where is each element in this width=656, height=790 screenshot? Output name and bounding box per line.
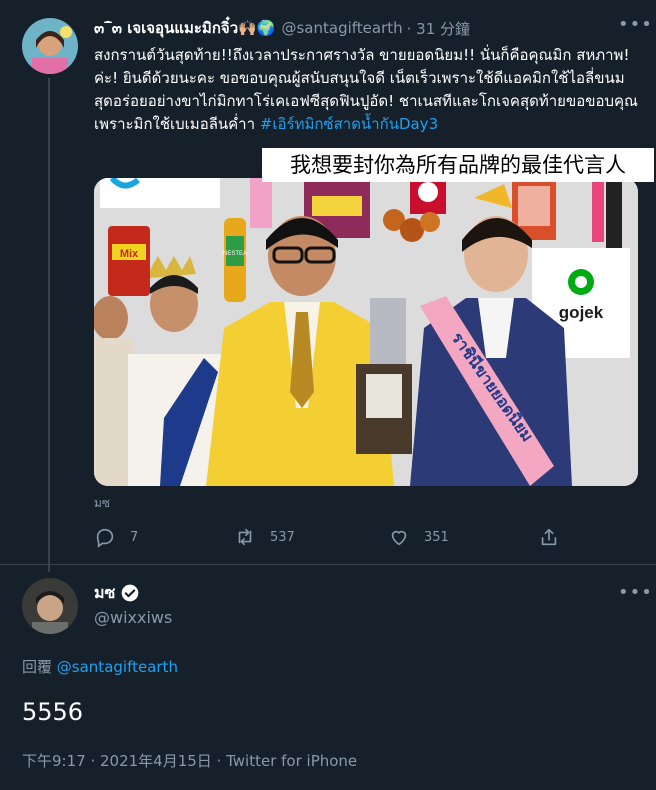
share-button[interactable] (538, 525, 560, 549)
reply-handle[interactable]: @wixxiws (94, 608, 172, 627)
tweet-divider (0, 564, 656, 565)
tweet-more-icon[interactable]: ••• (618, 14, 653, 35)
reply-text: 5556 (22, 698, 84, 726)
tweet-hashtag[interactable]: #เอิร์ทมิกซ์สาดน้ำกันDay3 (260, 115, 438, 133)
like-count: 351 (424, 529, 449, 545)
nestea-brand-label: NESTEA (223, 251, 247, 257)
tweet-display-name[interactable]: ๓‾̑๓ เจเจอุนแมะมิกจิ๋ว🙌🏼🌍 (94, 16, 275, 40)
reply-icon (96, 528, 114, 548)
thread-connector-line (48, 78, 50, 572)
tweet-time[interactable]: · 31 分鐘 (407, 18, 470, 39)
gojek-brand-label: gojek (559, 303, 604, 322)
reply-more-icon[interactable]: ••• (618, 582, 653, 603)
like-button[interactable]: 351 (388, 525, 449, 549)
reply-label: 回覆 (22, 658, 53, 676)
reply-display-name[interactable]: มซ (94, 581, 115, 606)
retweet-button[interactable]: 537 (234, 525, 295, 549)
tweet-handle[interactable]: @santagiftearth (281, 19, 402, 37)
reply-button[interactable]: 7 (94, 525, 138, 549)
reply-to-handle[interactable]: @santagiftearth (57, 658, 178, 676)
reply-avatar[interactable] (22, 578, 78, 634)
share-icon (541, 528, 557, 546)
retweet-icon (238, 528, 252, 546)
verified-icon (122, 584, 139, 602)
tweet-image[interactable]: Mix NESTEA gojek ราชินีขายยอดนิยม (94, 178, 638, 486)
tweet-avatar[interactable] (22, 18, 78, 74)
image-label: มซ (94, 496, 111, 510)
tweet-text: สงกรานต์วันสุดท้าย!!ถึงเวลาประกาศรางวัล … (94, 44, 642, 136)
mix-brand-label: Mix (120, 248, 139, 260)
reply-count: 7 (130, 529, 139, 545)
caption-overlay: 我想要封你為所有品牌的最佳代言人 (262, 148, 654, 182)
replying-to: 回覆 @santagiftearth (22, 656, 178, 677)
reply-meta[interactable]: 下午9:17 · 2021年4月15日 · Twitter for iPhone (22, 750, 357, 771)
tweet-header: ๓‾̑๓ เจเจอุนแมะมิกจิ๋ว🙌🏼🌍 @santagifteart… (94, 16, 624, 40)
reply-header: มซ (94, 582, 140, 604)
like-icon (391, 530, 407, 546)
retweet-count: 537 (270, 529, 295, 545)
